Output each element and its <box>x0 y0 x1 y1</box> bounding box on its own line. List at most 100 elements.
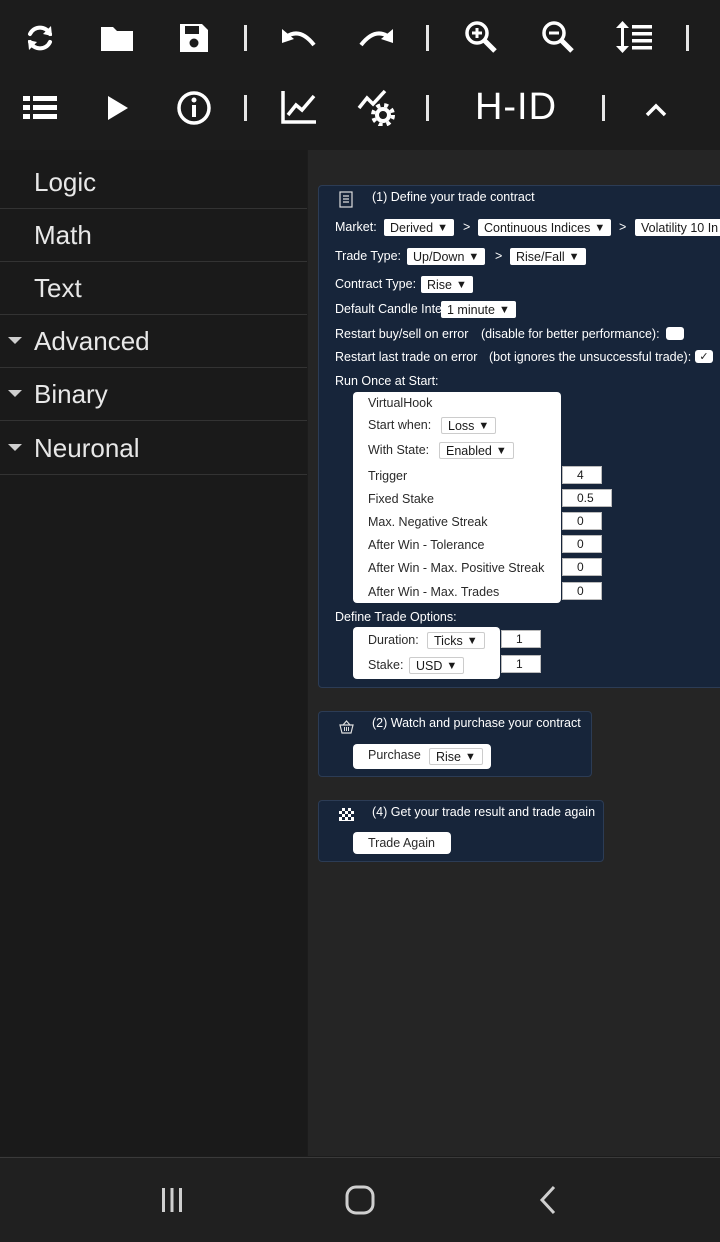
trade-definition-block[interactable]: (1) Define your trade contract Market: D… <box>318 185 720 688</box>
expand-triangle-icon[interactable] <box>8 444 22 451</box>
category-label: Neuronal <box>34 432 140 463</box>
redo-icon[interactable] <box>355 18 397 58</box>
trade-options-block[interactable]: Duration: Ticks ▼ Stake: USD ▼ <box>353 627 500 679</box>
folder-open-icon[interactable] <box>97 18 137 58</box>
list-icon[interactable] <box>20 88 60 128</box>
run-once-label: Run Once at Start: <box>335 374 439 388</box>
purchase-statement[interactable]: Purchase Rise ▼ <box>353 744 491 769</box>
after-win-tolerance-input[interactable]: 0 <box>562 535 602 553</box>
h-id-button[interactable]: H-ID <box>470 84 562 130</box>
category-label: Binary <box>34 378 108 409</box>
basket-icon <box>339 720 354 734</box>
field-label: Max. Negative Streak <box>368 515 488 529</box>
duration-label: Duration: <box>368 633 419 647</box>
start-when-label: Start when: <box>368 418 432 432</box>
toolbar-separator <box>686 25 689 51</box>
restart-on-error-note: (disable for better performance): <box>481 327 660 341</box>
block-title: (1) Define your trade contract <box>372 190 535 204</box>
category-math[interactable]: Math <box>0 209 307 262</box>
zoom-in-icon[interactable] <box>460 16 502 58</box>
toolbar-separator <box>426 95 429 121</box>
purchase-block[interactable]: (2) Watch and purchase your contract Pur… <box>318 711 592 777</box>
purchase-label: Purchase <box>368 748 421 762</box>
restart-on-error-checkbox[interactable] <box>666 327 684 340</box>
stake-label: Stake: <box>368 658 404 672</box>
checkered-flag-icon <box>339 808 354 821</box>
after-win-max-positive-streak-input[interactable]: 0 <box>562 558 602 576</box>
block-title: (2) Watch and purchase your contract <box>372 716 581 730</box>
market-label: Market: <box>335 220 377 234</box>
field-label: Fixed Stake <box>368 492 435 506</box>
chart-icon[interactable] <box>278 86 320 128</box>
back-icon[interactable] <box>528 1180 568 1220</box>
with-state-label: With State: <box>368 443 430 457</box>
recent-apps-icon[interactable] <box>152 1180 192 1220</box>
trade-again-label: Trade Again <box>368 836 435 850</box>
separator-gt: > <box>619 220 627 234</box>
field-label: After Win - Max. Positive Streak <box>368 561 545 575</box>
contract-type-dropdown[interactable]: Rise ▼ <box>421 276 473 293</box>
category-advanced[interactable]: Advanced <box>0 315 307 368</box>
info-icon[interactable] <box>174 88 214 128</box>
restart-last-trade-checkbox[interactable]: ✓ <box>695 350 713 363</box>
define-trade-options-label: Define Trade Options: <box>335 610 457 624</box>
category-label: Math <box>34 219 92 250</box>
market-dropdown[interactable]: Derived ▼ <box>384 219 454 236</box>
category-binary[interactable]: Binary <box>0 368 307 421</box>
category-label: Logic <box>34 166 97 197</box>
field-label: Trigger <box>368 469 408 483</box>
restart-on-error-label: Restart buy/sell on error <box>335 327 469 341</box>
system-navigation-bar <box>0 1157 720 1242</box>
home-icon[interactable] <box>340 1180 380 1220</box>
purchase-type-dropdown[interactable]: Rise ▼ <box>429 748 483 765</box>
category-text[interactable]: Text <box>0 262 307 315</box>
refresh-icon[interactable] <box>20 18 60 58</box>
max-negative-streak-input[interactable]: 0 <box>562 512 602 530</box>
trade-again-block[interactable]: (4) Get your trade result and trade agai… <box>318 800 604 862</box>
save-icon[interactable] <box>174 18 214 58</box>
category-neuronal[interactable]: Neuronal <box>0 422 307 475</box>
field-label: After Win - Tolerance <box>368 538 485 552</box>
symbol-dropdown[interactable]: Volatility 10 In <box>635 219 720 236</box>
with-state-dropdown[interactable]: Enabled ▼ <box>439 442 514 459</box>
category-label: Text <box>34 272 82 303</box>
candle-interval-dropdown[interactable]: 1 minute ▼ <box>441 301 516 318</box>
chevron-up-icon[interactable] <box>636 90 676 130</box>
contract-type-label: Contract Type: <box>335 277 417 291</box>
trigger-input[interactable]: 4 <box>562 466 602 484</box>
sort-lines-icon[interactable] <box>614 16 656 58</box>
trade-subtype-dropdown[interactable]: Rise/Fall ▼ <box>510 248 586 265</box>
trade-type-dropdown[interactable]: Up/Down ▼ <box>407 248 486 265</box>
expand-triangle-icon[interactable] <box>8 390 22 397</box>
undo-icon[interactable] <box>278 18 320 58</box>
category-label: Advanced <box>34 325 150 356</box>
stake-value-input[interactable]: 1 <box>501 655 541 673</box>
toolbar-separator <box>244 95 247 121</box>
field-label: After Win - Max. Trades <box>368 585 500 599</box>
toolbar-separator <box>244 25 247 51</box>
zoom-out-icon[interactable] <box>537 16 579 58</box>
separator-gt: > <box>463 220 471 234</box>
after-win-max-trades-input[interactable]: 0 <box>562 582 602 600</box>
play-icon[interactable] <box>98 88 138 128</box>
toolbar-separator <box>602 95 605 121</box>
virtualhook-block[interactable]: VirtualHook Start when: Loss ▼ With State… <box>353 392 561 603</box>
document-icon <box>339 191 353 208</box>
start-when-dropdown[interactable]: Loss ▼ <box>441 417 497 434</box>
chart-settings-icon[interactable] <box>355 86 397 128</box>
expand-triangle-icon[interactable] <box>8 337 22 344</box>
currency-dropdown[interactable]: USD ▼ <box>409 657 465 674</box>
block-categories-sidebar: Logic Math Text Advanced Binary Neuronal <box>0 150 307 1156</box>
trade-again-statement[interactable]: Trade Again <box>353 832 451 854</box>
restart-last-trade-note: (bot ignores the unsuccessful trade): <box>489 350 692 364</box>
block-title: (4) Get your trade result and trade agai… <box>372 805 596 819</box>
blockly-workspace[interactable]: (1) Define your trade contract Market: D… <box>308 150 720 1156</box>
fixed-stake-input[interactable]: 0.5 <box>562 489 612 507</box>
toolbar-separator <box>426 25 429 51</box>
submarket-dropdown[interactable]: Continuous Indices ▼ <box>478 219 612 236</box>
category-logic[interactable]: Logic <box>0 156 307 209</box>
separator-gt: > <box>495 249 503 263</box>
duration-value-input[interactable]: 1 <box>501 630 541 648</box>
duration-unit-dropdown[interactable]: Ticks ▼ <box>427 632 485 649</box>
virtualhook-title: VirtualHook <box>368 396 433 410</box>
